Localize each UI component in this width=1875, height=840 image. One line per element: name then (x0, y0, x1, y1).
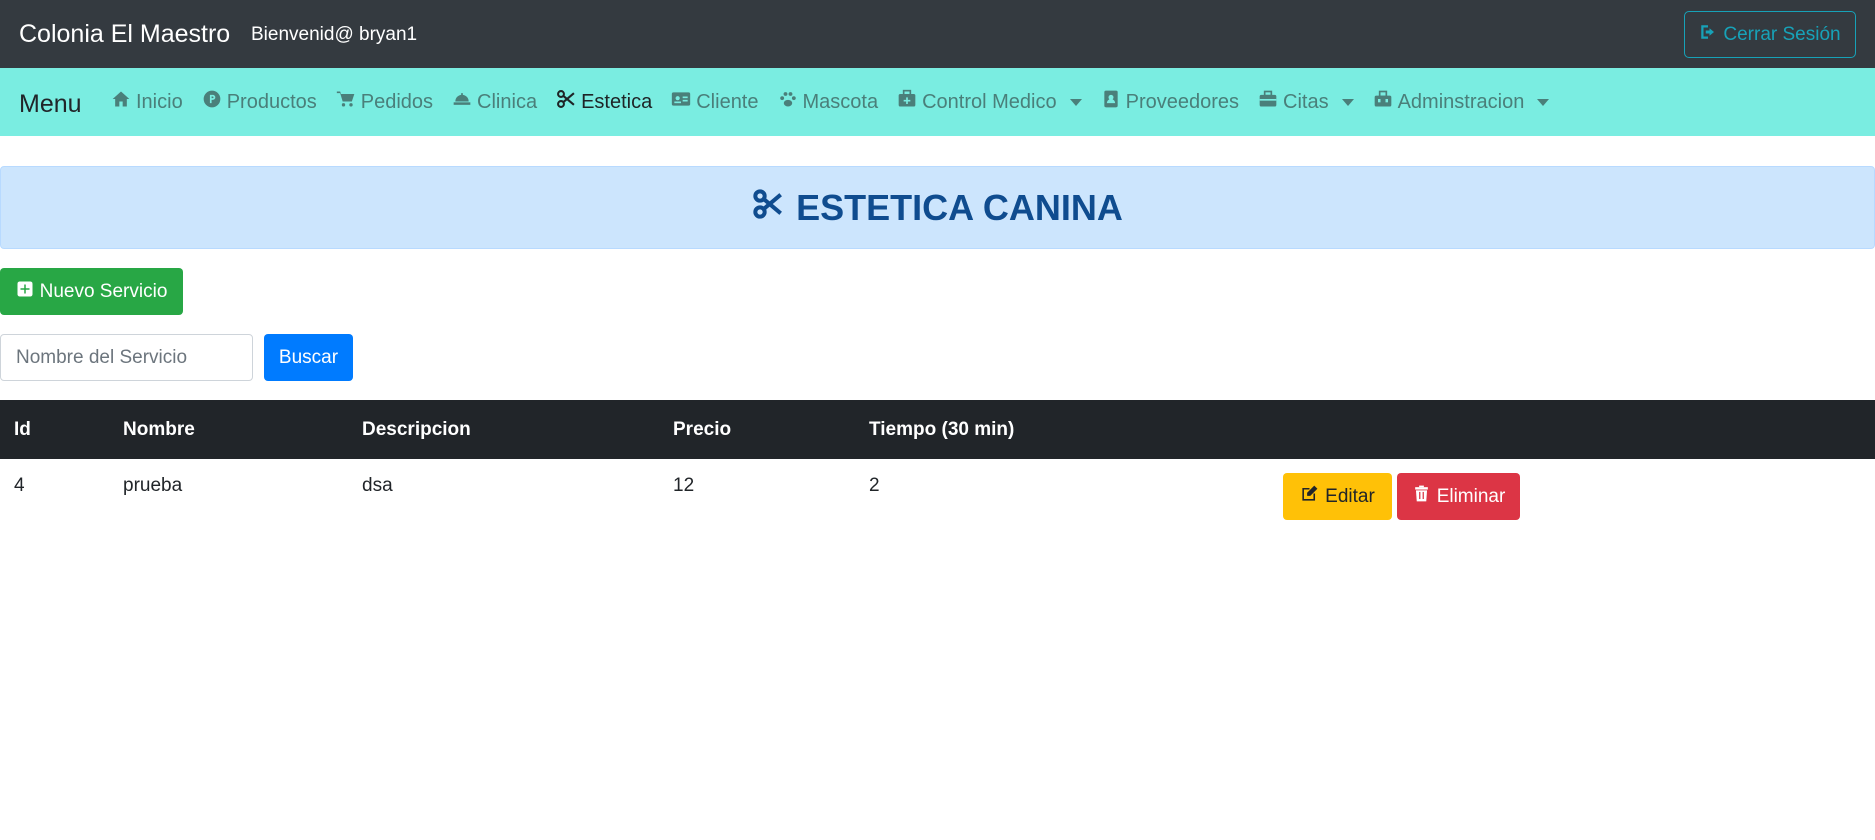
nav-label: Clinica (477, 90, 538, 113)
edit-icon (1300, 484, 1319, 509)
main-navbar: Menu Inicio Productos Pedidos Clinica Es… (0, 68, 1875, 136)
nav-label: Pedidos (360, 90, 434, 113)
nav-item-pedidos[interactable]: Pedidos (336, 89, 433, 115)
trash-icon (1412, 484, 1431, 509)
nav-item-adminstracion[interactable]: Adminstracion (1373, 89, 1550, 115)
page-title-text: ESTETICA CANINA (796, 186, 1123, 228)
nav-label: Productos (226, 90, 317, 113)
search-input[interactable] (0, 334, 253, 381)
edit-button[interactable]: Editar (1283, 473, 1392, 520)
delete-button[interactable]: Eliminar (1397, 473, 1520, 520)
medkit-icon (897, 89, 917, 115)
brand-title[interactable]: Colonia El Maestro (19, 20, 230, 49)
nav-item-estetica[interactable]: Estetica (556, 89, 652, 115)
nav-label: Estetica (581, 90, 653, 113)
chevron-down-icon (1341, 98, 1354, 106)
top-bar: Colonia El Maestro Bienvenid@ bryan1 Cer… (0, 0, 1875, 68)
table-row: 4 prueba dsa 12 2 (0, 459, 1875, 537)
home-icon (111, 89, 131, 115)
cart-icon (336, 89, 356, 115)
new-service-button[interactable]: Nuevo Servicio (0, 268, 183, 315)
column-header-descripcion: Descripcion (362, 419, 471, 440)
logout-label: Cerrar Sesión (1723, 23, 1841, 45)
nav-label: Adminstracion (1397, 90, 1525, 113)
address-book-icon (1101, 89, 1121, 115)
nav-label: Inicio (136, 90, 183, 113)
page-header-banner: ESTETICA CANINA (0, 166, 1875, 249)
chevron-down-icon (1537, 98, 1550, 106)
delete-label: Eliminar (1436, 485, 1506, 507)
chevron-down-icon (1069, 98, 1082, 106)
nav-item-mascota[interactable]: Mascota (778, 89, 879, 115)
logout-button[interactable]: Cerrar Sesión (1684, 11, 1856, 58)
nav-item-cliente[interactable]: Cliente (671, 89, 759, 115)
column-header-precio: Precio (673, 419, 732, 440)
nav-item-inicio[interactable]: Inicio (111, 89, 183, 115)
nav-item-productos[interactable]: Productos (202, 89, 317, 115)
nav-label: Control Medico (922, 90, 1057, 113)
page-title: ESTETICA CANINA (752, 187, 1123, 229)
product-icon (202, 89, 222, 115)
nav-label: Cliente (696, 90, 759, 113)
column-header-tiempo: Tiempo (30 min) (869, 419, 1015, 440)
plus-square-icon (16, 280, 34, 304)
column-header-nombre: Nombre (123, 419, 195, 440)
cell-tiempo: 2 (869, 475, 880, 496)
cell-precio: 12 (673, 475, 695, 496)
cell-id: 4 (14, 475, 25, 496)
nav-item-control-medico[interactable]: Control Medico (897, 89, 1082, 115)
paw-icon (778, 89, 798, 115)
cell-descripcion: dsa (362, 475, 393, 496)
services-table: Id Nombre Descripcion Precio Tiempo (30 … (0, 400, 1875, 537)
new-service-label: Nuevo Servicio (39, 280, 168, 302)
id-card-icon (671, 89, 691, 115)
scissors-icon (752, 187, 784, 229)
nav-item-proveedores[interactable]: Proveedores (1101, 89, 1239, 115)
cell-nombre: prueba (123, 475, 183, 496)
nav-label: Citas (1283, 90, 1329, 113)
nav-item-clinica[interactable]: Clinica (452, 89, 537, 115)
edit-label: Editar (1325, 485, 1375, 507)
sign-out-icon (1699, 23, 1717, 47)
table-header: Id Nombre Descripcion Precio Tiempo (30 … (0, 400, 1875, 459)
welcome-text: Bienvenid@ bryan1 (251, 24, 418, 45)
briefcase-icon (1258, 89, 1278, 115)
nav-label: Proveedores (1125, 90, 1240, 113)
column-header-id: Id (14, 419, 31, 440)
search-button[interactable]: Buscar (264, 334, 353, 381)
toolbox-icon (1373, 89, 1393, 115)
nav-item-citas[interactable]: Citas (1258, 89, 1354, 115)
menu-title: Menu (19, 90, 82, 118)
nav-items: Inicio Productos Pedidos Clinica Estetic… (111, 68, 1568, 136)
nav-label: Mascota (802, 90, 879, 113)
scissors-icon (556, 89, 576, 115)
bell-concierge-icon (452, 89, 472, 115)
